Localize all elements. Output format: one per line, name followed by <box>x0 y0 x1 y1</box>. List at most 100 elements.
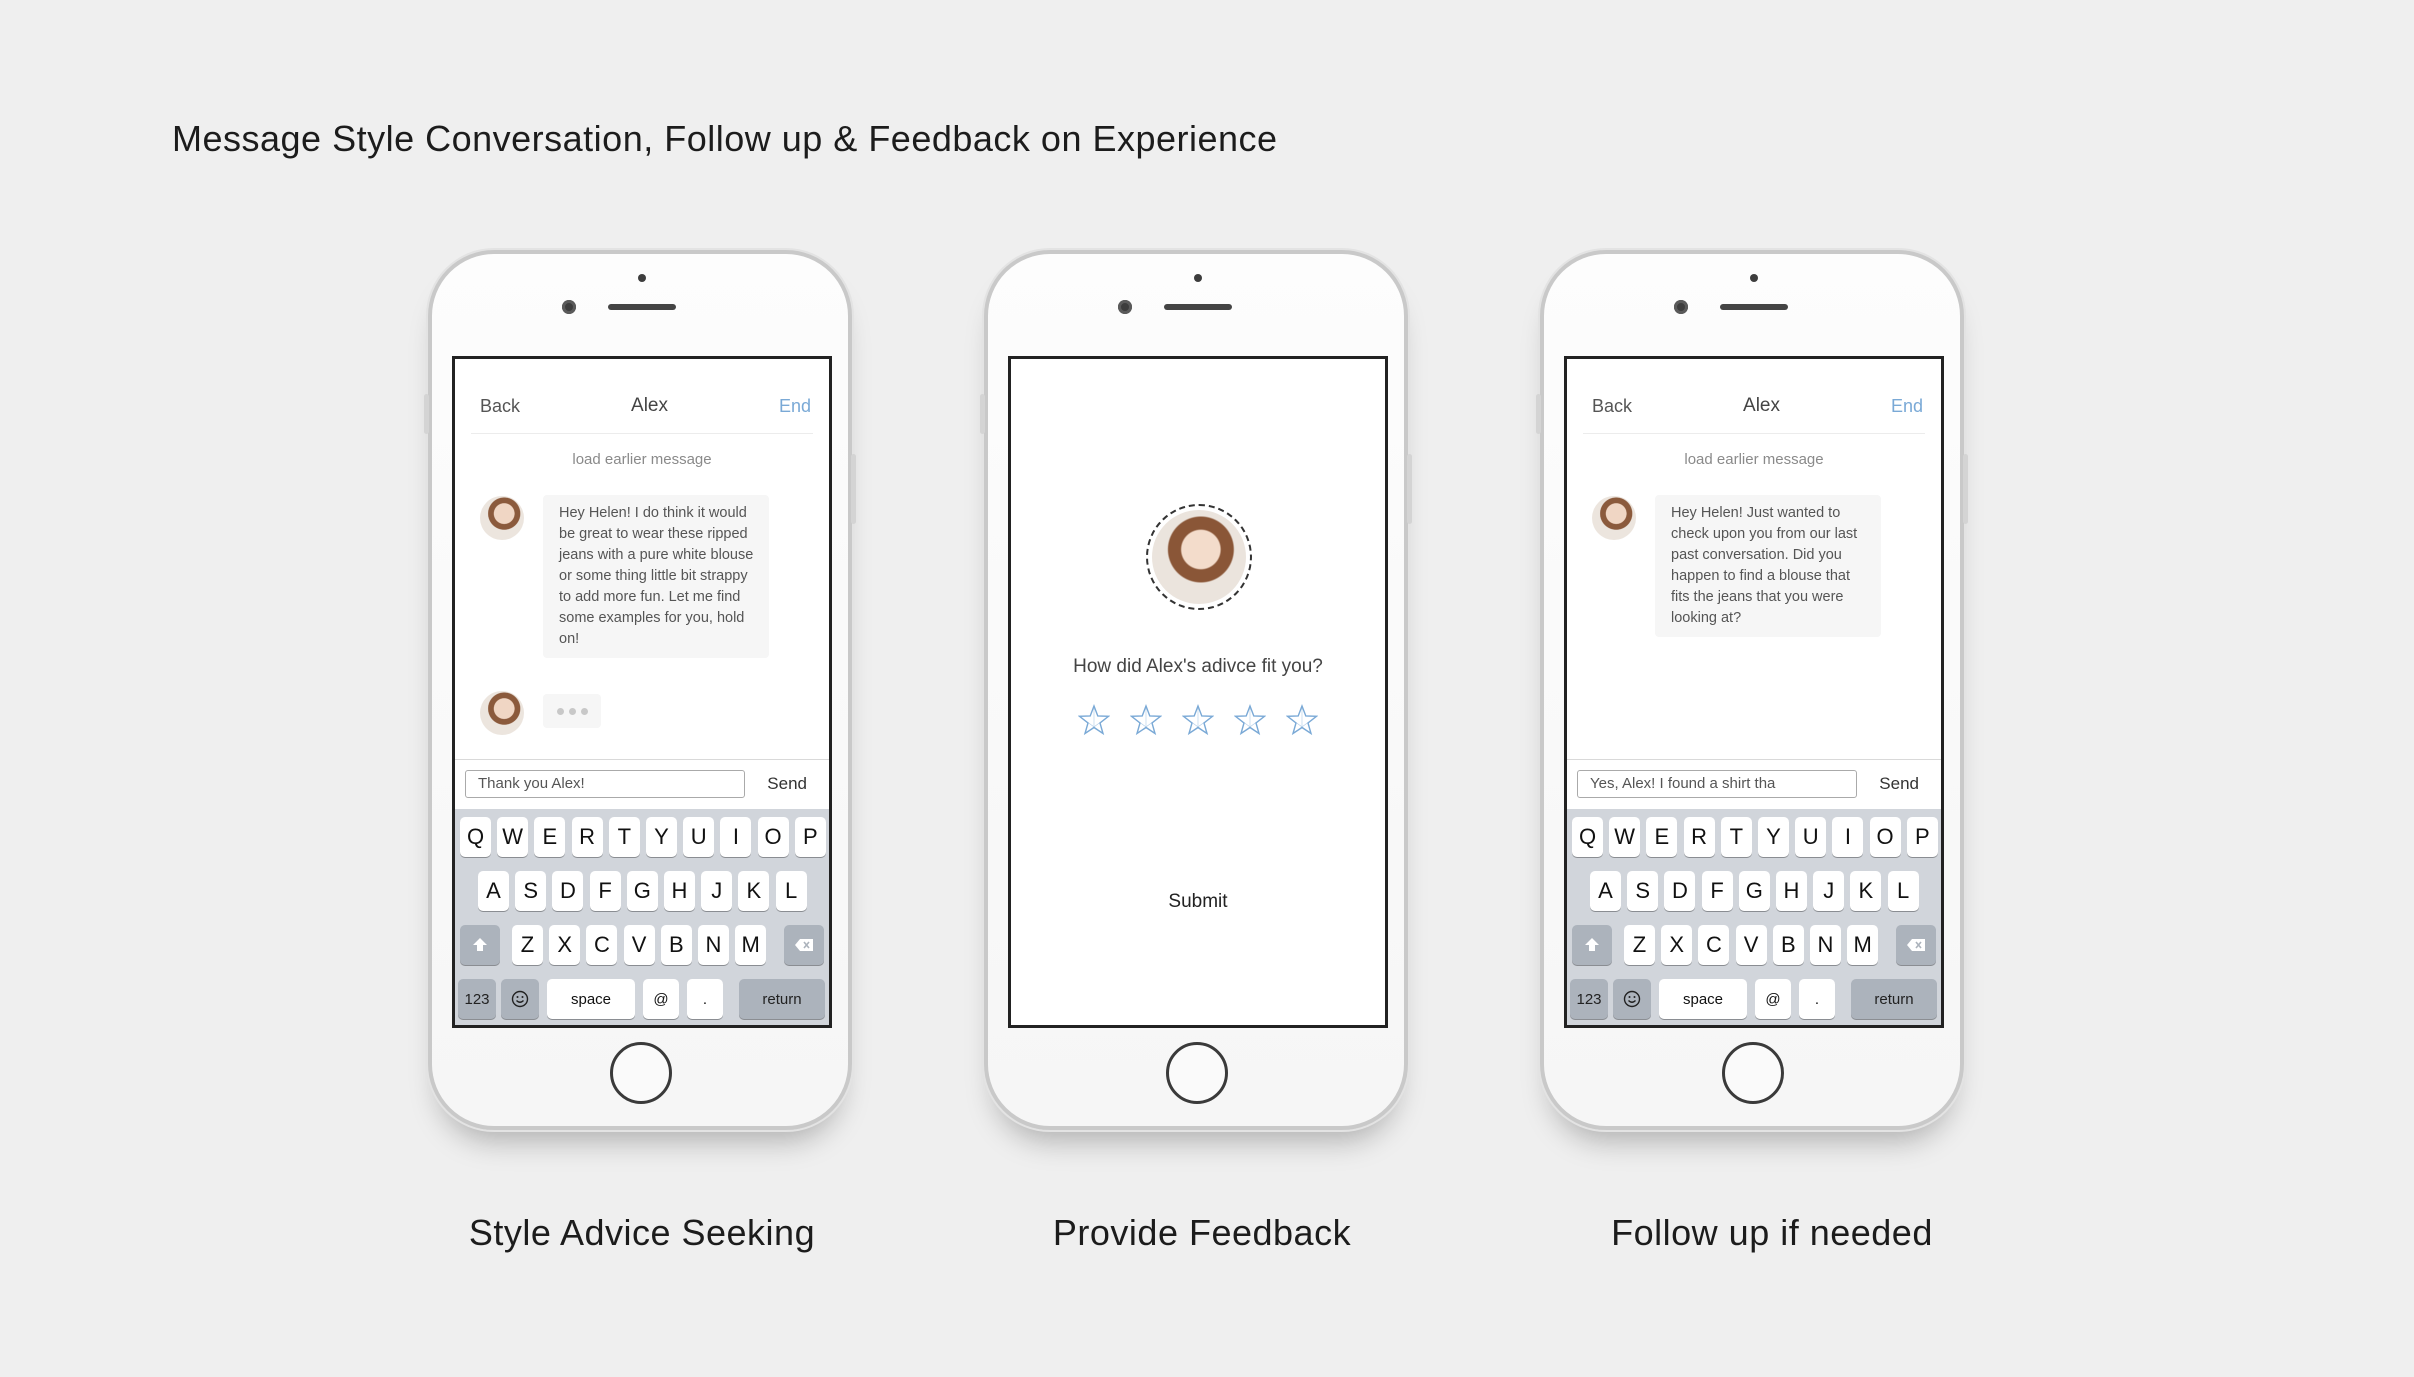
backspace-key[interactable] <box>1896 925 1936 965</box>
back-button[interactable]: Back <box>480 396 520 417</box>
at-key[interactable]: @ <box>643 979 679 1019</box>
key-b[interactable]: B <box>1772 925 1804 965</box>
key-r[interactable]: R <box>1683 817 1715 857</box>
dot-key[interactable]: . <box>687 979 723 1019</box>
star-icon[interactable] <box>1285 704 1319 741</box>
key-y[interactable]: Y <box>1758 817 1789 857</box>
key-k[interactable]: K <box>738 871 770 911</box>
key-r[interactable]: R <box>571 817 603 857</box>
key-a[interactable]: A <box>1590 871 1621 911</box>
message-composer: Yes, Alex! I found a shirt tha Send <box>1567 759 1941 810</box>
key-n[interactable]: N <box>1810 925 1841 965</box>
key-j[interactable]: J <box>701 871 733 911</box>
numbers-key[interactable]: 123 <box>458 979 496 1019</box>
earpiece-speaker <box>1164 304 1232 310</box>
numbers-key[interactable]: 123 <box>1570 979 1608 1019</box>
load-earlier-link[interactable]: load earlier message <box>1567 451 1941 468</box>
home-button[interactable] <box>1166 1042 1228 1104</box>
key-w[interactable]: W <box>497 817 529 857</box>
key-t[interactable]: T <box>608 817 640 857</box>
send-button[interactable]: Send <box>1879 774 1919 794</box>
key-h[interactable]: H <box>1776 871 1807 911</box>
key-j[interactable]: J <box>1813 871 1845 911</box>
key-t[interactable]: T <box>1720 817 1752 857</box>
caption-feedback: Provide Feedback <box>1052 1212 1352 1253</box>
key-i[interactable]: I <box>720 817 752 857</box>
key-x[interactable]: X <box>1661 925 1693 965</box>
key-c[interactable]: C <box>586 925 618 965</box>
key-x[interactable]: X <box>549 925 581 965</box>
key-c[interactable]: C <box>1698 925 1730 965</box>
key-d[interactable]: D <box>552 871 584 911</box>
nav-divider <box>1583 433 1925 434</box>
key-h[interactable]: H <box>664 871 695 911</box>
sensor-dot <box>638 274 646 282</box>
key-f[interactable]: F <box>1701 871 1733 911</box>
dot-key[interactable]: . <box>1799 979 1835 1019</box>
emoji-key[interactable] <box>501 979 539 1019</box>
key-y[interactable]: Y <box>646 817 677 857</box>
submit-button[interactable]: Submit <box>1011 891 1385 913</box>
shift-key[interactable] <box>1572 925 1612 965</box>
chat-nav-bar: Back Alex End <box>1567 391 1941 421</box>
space-key[interactable]: space <box>547 979 635 1019</box>
space-key[interactable]: space <box>1659 979 1747 1019</box>
send-button[interactable]: Send <box>767 774 807 794</box>
star-icon[interactable] <box>1077 704 1111 741</box>
return-key[interactable]: return <box>1851 979 1937 1019</box>
stylist-avatar <box>480 496 524 540</box>
key-l[interactable]: L <box>1887 871 1919 911</box>
star-icon[interactable] <box>1233 704 1267 741</box>
key-b[interactable]: B <box>660 925 692 965</box>
star-icon[interactable] <box>1181 704 1215 741</box>
return-key[interactable]: return <box>739 979 825 1019</box>
key-v[interactable]: V <box>1735 925 1767 965</box>
key-g[interactable]: G <box>626 871 658 911</box>
end-button[interactable]: End <box>1891 396 1923 417</box>
shift-key[interactable] <box>460 925 500 965</box>
back-button[interactable]: Back <box>1592 396 1632 417</box>
key-n[interactable]: N <box>698 925 729 965</box>
key-o[interactable]: O <box>1869 817 1901 857</box>
key-m[interactable]: M <box>735 925 767 965</box>
key-m[interactable]: M <box>1847 925 1879 965</box>
end-button[interactable]: End <box>779 396 811 417</box>
message-input[interactable]: Yes, Alex! I found a shirt tha <box>1577 770 1857 798</box>
chat-screen: Back Alex End load earlier message Hey H… <box>452 356 832 1028</box>
key-i[interactable]: I <box>1832 817 1864 857</box>
typing-dot <box>556 707 564 715</box>
key-v[interactable]: V <box>623 925 655 965</box>
home-button[interactable] <box>610 1042 672 1104</box>
key-q[interactable]: Q <box>460 817 491 857</box>
message-input[interactable]: Thank you Alex! <box>465 770 745 798</box>
key-s[interactable]: S <box>1627 871 1659 911</box>
message-bubble: Hey Helen! I do think it would be great … <box>543 495 769 658</box>
key-l[interactable]: L <box>775 871 807 911</box>
key-s[interactable]: S <box>515 871 547 911</box>
load-earlier-link[interactable]: load earlier message <box>455 451 829 468</box>
key-u[interactable]: U <box>683 817 715 857</box>
key-e[interactable]: E <box>534 817 566 857</box>
key-g[interactable]: G <box>1738 871 1770 911</box>
key-p[interactable]: P <box>794 817 826 857</box>
key-f[interactable]: F <box>589 871 621 911</box>
message-bubble: Hey Helen! Just wanted to check upon you… <box>1655 495 1881 637</box>
home-button[interactable] <box>1722 1042 1784 1104</box>
key-q[interactable]: Q <box>1572 817 1603 857</box>
backspace-key[interactable] <box>784 925 824 965</box>
star-icon[interactable] <box>1129 704 1163 741</box>
emoji-key[interactable] <box>1613 979 1651 1019</box>
key-o[interactable]: O <box>757 817 789 857</box>
at-key[interactable]: @ <box>1755 979 1791 1019</box>
key-e[interactable]: E <box>1646 817 1678 857</box>
key-z[interactable]: Z <box>1624 925 1655 965</box>
key-p[interactable]: P <box>1906 817 1938 857</box>
stylist-avatar <box>480 691 524 735</box>
key-k[interactable]: K <box>1850 871 1882 911</box>
key-w[interactable]: W <box>1609 817 1641 857</box>
key-u[interactable]: U <box>1795 817 1827 857</box>
key-d[interactable]: D <box>1664 871 1696 911</box>
key-a[interactable]: A <box>478 871 509 911</box>
key-z[interactable]: Z <box>512 925 543 965</box>
chat-title: Alex <box>1743 395 1780 416</box>
